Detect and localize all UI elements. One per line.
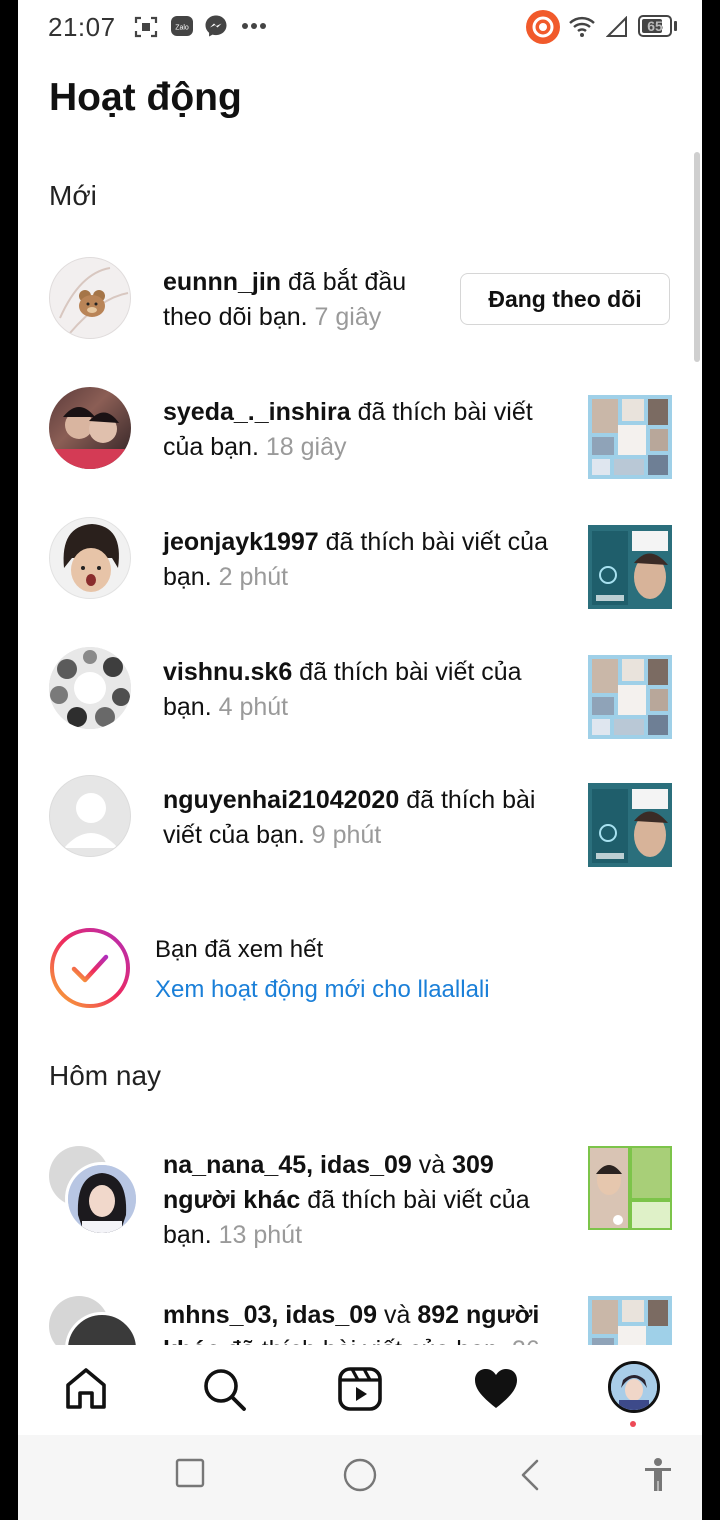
- notification-row[interactable]: vishnu.sk6 đã thích bài viết của bạn. 4 …: [18, 635, 702, 745]
- battery-tip: [674, 21, 677, 31]
- avatar[interactable]: [49, 257, 131, 339]
- view-new-activity-link[interactable]: Xem hoạt động mới cho llaallali: [155, 976, 490, 1004]
- conjunction: và: [377, 1301, 418, 1329]
- username[interactable]: nguyenhai21042020: [163, 786, 399, 814]
- more-dots-icon: [242, 23, 266, 29]
- screenshot-icon: [134, 16, 158, 38]
- post-thumbnail[interactable]: [588, 1146, 672, 1230]
- time-ago: 2 phút: [218, 563, 289, 591]
- reels-icon[interactable]: [336, 1365, 384, 1413]
- zalo-icon: Zalo: [171, 16, 193, 36]
- post-thumbnail[interactable]: [588, 525, 672, 609]
- notification-row[interactable]: syeda_._inshira đã thích bài viết của bạ…: [18, 375, 702, 485]
- separator: ,: [306, 1151, 321, 1179]
- avatar[interactable]: [65, 1162, 139, 1236]
- home-circle-icon[interactable]: [342, 1457, 378, 1493]
- battery-icon: 65: [638, 15, 672, 37]
- following-button[interactable]: Đang theo dõi: [460, 273, 670, 325]
- status-bar: 21:07 Zalo 65: [18, 0, 702, 56]
- signal-icon: [606, 16, 627, 37]
- notification-row[interactable]: mhns_03, idas_09 và 892 người khác đã th…: [18, 1290, 702, 1346]
- left-bezel: [0, 0, 18, 1520]
- checkmark-circle-icon: [50, 928, 130, 1008]
- notification-row[interactable]: na_nana_45, idas_09 và 309 người khác đã…: [18, 1140, 702, 1260]
- username[interactable]: idas_09: [320, 1151, 412, 1179]
- username[interactable]: jeonjayk1997: [163, 528, 319, 556]
- back-icon[interactable]: [516, 1457, 544, 1493]
- username[interactable]: na_nana_45: [163, 1151, 306, 1179]
- status-time: 21:07: [48, 12, 116, 42]
- heart-icon[interactable]: [472, 1365, 520, 1413]
- search-icon[interactable]: [200, 1365, 248, 1413]
- screen: 21:07 Zalo 65 Hoạt động Mới eunnn_jin đã…: [18, 0, 702, 1520]
- svg-text:Zalo: Zalo: [175, 25, 189, 32]
- messenger-icon: [205, 15, 227, 37]
- time-ago: 4 phút: [218, 693, 289, 721]
- time-ago: 9 phút: [311, 821, 382, 849]
- username[interactable]: syeda_._inshira: [163, 398, 351, 426]
- right-bezel: [702, 0, 720, 1520]
- system-nav-bar: [18, 1435, 702, 1520]
- section-new-header: Mới: [49, 180, 97, 211]
- wifi-icon: [569, 16, 595, 37]
- recording-indicator-icon: [526, 10, 560, 44]
- avatar[interactable]: [49, 387, 131, 469]
- notification-text: nguyenhai21042020 đã thích bài viết của …: [163, 783, 563, 853]
- username[interactable]: idas_09: [285, 1301, 377, 1329]
- section-today-header: Hôm nay: [49, 1060, 162, 1091]
- username[interactable]: eunnn_jin: [163, 268, 281, 296]
- post-thumbnail[interactable]: [588, 655, 672, 739]
- notification-text: na_nana_45, idas_09 và 309 người khác đã…: [163, 1148, 563, 1253]
- page-title: Hoạt động: [49, 76, 242, 119]
- default-avatar[interactable]: [49, 775, 131, 857]
- post-thumbnail[interactable]: [588, 1296, 672, 1346]
- time-ago: 13 phút: [218, 1221, 303, 1249]
- accessibility-icon[interactable]: [642, 1457, 674, 1493]
- post-thumbnail[interactable]: [588, 395, 672, 479]
- notification-row[interactable]: jeonjayk1997 đã thích bài viết của bạn. …: [18, 505, 702, 615]
- notification-dot: [630, 1421, 636, 1427]
- profile-avatar[interactable]: [608, 1361, 660, 1413]
- post-thumbnail[interactable]: [588, 783, 672, 867]
- caught-up-banner: Bạn đã xem hết Xem hoạt động mới cho lla…: [18, 920, 702, 1020]
- bottom-nav: [18, 1345, 702, 1435]
- recents-icon[interactable]: [174, 1457, 206, 1489]
- time-ago: 7 giây: [314, 303, 382, 331]
- notification-text: eunnn_jin đã bắt đầu theo dõi bạn. 7 giâ…: [163, 265, 453, 335]
- separator: ,: [271, 1301, 286, 1329]
- notification-text: syeda_._inshira đã thích bài viết của bạ…: [163, 395, 563, 465]
- caught-up-title: Bạn đã xem hết: [155, 936, 324, 963]
- username[interactable]: vishnu.sk6: [163, 658, 292, 686]
- notification-text: mhns_03, idas_09 và 892 người khác đã th…: [163, 1298, 563, 1346]
- conjunction: và: [411, 1151, 453, 1179]
- avatar[interactable]: [49, 517, 131, 599]
- notification-text: vishnu.sk6 đã thích bài viết của bạn. 4 …: [163, 655, 563, 725]
- time-ago: 18 giây: [265, 433, 347, 461]
- home-icon[interactable]: [62, 1365, 110, 1413]
- battery-level: 65: [647, 18, 663, 34]
- notification-row[interactable]: nguyenhai21042020 đã thích bài viết của …: [18, 765, 702, 875]
- avatar[interactable]: [49, 647, 131, 729]
- notification-text: jeonjayk1997 đã thích bài viết của bạn. …: [163, 525, 563, 595]
- username[interactable]: mhns_03: [163, 1301, 271, 1329]
